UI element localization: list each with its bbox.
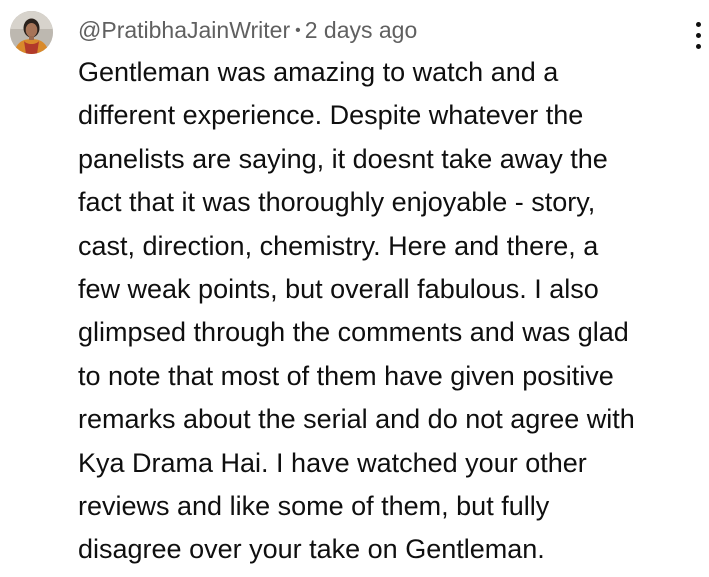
- comment-line: few weak points, but overall fabulous. I…: [78, 274, 599, 305]
- comment-line: reviews and like some of them, but fully: [78, 491, 550, 522]
- comment-meta: @PratibhaJainWriter • 2 days ago: [78, 16, 417, 44]
- comment-line: cast, direction, chemistry. Here and the…: [78, 230, 599, 261]
- meta-separator: •: [295, 22, 301, 39]
- comment-line: glimpsed through the comments and was gl…: [78, 317, 629, 348]
- comment-line: fact that it was thoroughly enjoyable - …: [78, 187, 596, 218]
- comment-line: panelists are saying, it doesnt take awa…: [78, 143, 608, 174]
- comment-line: Kya Drama Hai. I have watched your other: [78, 447, 587, 478]
- avatar-photo-icon: [10, 11, 53, 54]
- comment-text: Gentleman was amazing to watch and a dif…: [78, 51, 704, 572]
- author-name[interactable]: @PratibhaJainWriter: [78, 17, 290, 43]
- comment-timestamp[interactable]: 2 days ago: [305, 17, 418, 43]
- comment-line: different experience. Despite whatever t…: [78, 100, 584, 131]
- avatar[interactable]: [10, 11, 53, 54]
- comment-line: Gentleman was amazing to watch and a: [78, 57, 559, 87]
- comment: @PratibhaJainWriter • 2 days ago Gentleman…: [0, 0, 709, 577]
- comment-line: remarks about the serial and do not agre…: [78, 404, 635, 435]
- comment-line: disagree over your take on Gentleman.: [78, 534, 545, 565]
- more-vertical-icon[interactable]: [693, 22, 705, 52]
- comment-line: to note that most of them have given pos…: [78, 360, 614, 391]
